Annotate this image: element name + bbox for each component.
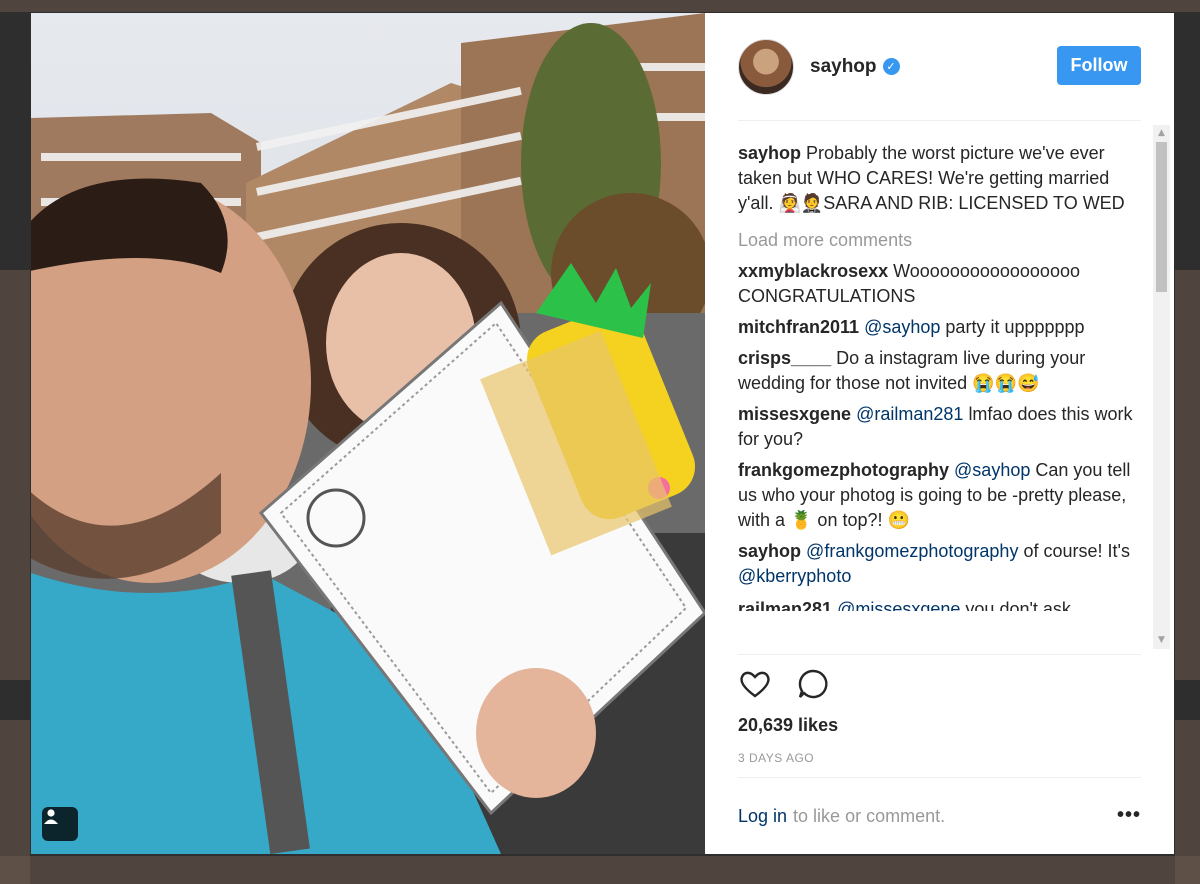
comment-username[interactable]: crisps____	[738, 348, 831, 368]
likes-count[interactable]: 20,639 likes	[738, 715, 838, 736]
background-feed-tile	[0, 270, 30, 680]
comments-list[interactable]: sayhop Probably the worst picture we've …	[738, 121, 1141, 654]
scroll-up-icon[interactable]: ▲	[1153, 125, 1170, 142]
comments-scrollbar[interactable]: ▲ ▼	[1153, 125, 1170, 649]
post-caption: sayhop Probably the worst picture we've …	[738, 141, 1141, 216]
photo-illustration	[31, 13, 705, 854]
person-tag-icon	[44, 809, 58, 824]
background-feed-tile	[1175, 270, 1200, 680]
verified-badge-icon: ✓	[882, 58, 900, 75]
action-icons	[738, 667, 830, 701]
post-actions: 20,639 likes 3 DAYS AGO	[738, 654, 1141, 778]
comment-item: crisps____ Do a instagram live during yo…	[738, 346, 1141, 396]
comment-username[interactable]: mitchfran2011	[738, 317, 859, 337]
comment-mention[interactable]: @sayhop	[954, 460, 1030, 480]
background-feed-strip	[0, 856, 1200, 884]
post-sidebar: sayhop ✓ Follow sayhop Probably the wors…	[705, 13, 1174, 854]
post-photo[interactable]	[31, 13, 705, 854]
comment-text: you don't ask	[965, 599, 1071, 611]
comment-text: party it uppppppp	[945, 317, 1085, 337]
comment-username[interactable]: frankgomezphotography	[738, 460, 949, 480]
comment-item: frankgomezphotography @sayhop Can you te…	[738, 458, 1141, 533]
comment-item: xxmyblackrosexx Wooooooooooooooooo CONGR…	[738, 259, 1141, 309]
post-timestamp[interactable]: 3 DAYS AGO	[738, 751, 814, 765]
comment-username[interactable]: railman281	[738, 599, 832, 611]
comment-mention[interactable]: @railman281	[856, 404, 963, 424]
scroll-down-icon[interactable]: ▼	[1153, 632, 1170, 649]
post-modal: sayhop ✓ Follow sayhop Probably the wors…	[31, 13, 1174, 854]
comment-username[interactable]: missesxgene	[738, 404, 851, 424]
header-username[interactable]: sayhop	[810, 56, 877, 78]
login-link[interactable]: Log in	[738, 806, 787, 827]
post-header: sayhop ✓ Follow	[738, 13, 1141, 121]
comment-item: railman281 @missesxgene you don't ask	[738, 597, 1141, 611]
comment-mention[interactable]: @missesxgene	[837, 599, 960, 611]
comment-item: sayhop @frankgomezphotography of course!…	[738, 539, 1141, 589]
more-options-icon[interactable]: •••	[1117, 804, 1141, 827]
background-feed-strip	[0, 0, 1200, 12]
caption-username[interactable]: sayhop	[738, 143, 801, 163]
comment-mention[interactable]: @sayhop	[864, 317, 940, 337]
heart-icon[interactable]	[738, 667, 772, 701]
tagged-people-button[interactable]	[42, 807, 78, 841]
comment-mention[interactable]: @frankgomezphotography	[806, 541, 1018, 561]
comment-username[interactable]: sayhop	[738, 541, 801, 561]
login-prompt: Log in to like or comment. •••	[738, 778, 1141, 854]
comment-item: mitchfran2011 @sayhop party it uppppppp	[738, 315, 1141, 340]
login-prompt-text: to like or comment.	[793, 805, 946, 826]
comment-icon[interactable]	[796, 667, 830, 701]
comment-mention[interactable]: @kberryphoto	[738, 566, 851, 586]
load-more-comments-link[interactable]: Load more comments	[738, 228, 1141, 253]
follow-button[interactable]: Follow	[1057, 46, 1141, 85]
scrollbar-thumb[interactable]	[1156, 142, 1167, 292]
avatar[interactable]	[738, 38, 794, 95]
comment-text: of course! It's	[1023, 541, 1130, 561]
comment-username[interactable]: xxmyblackrosexx	[738, 261, 888, 281]
comment-item: missesxgene @railman281 lmfao does this …	[738, 402, 1141, 452]
